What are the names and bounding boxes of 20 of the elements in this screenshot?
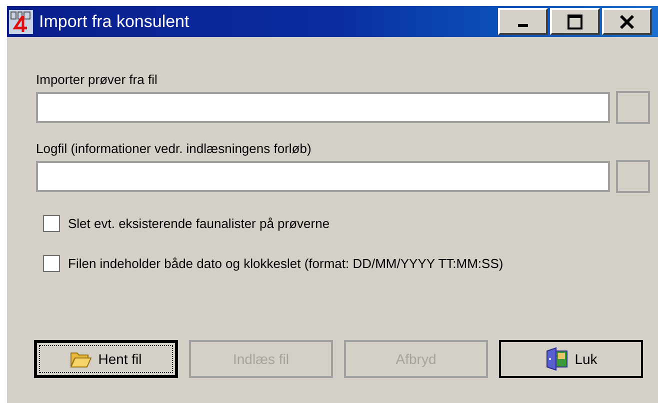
door-icon (544, 347, 569, 371)
app-logo-icon (9, 10, 33, 34)
maximize-icon (567, 14, 583, 30)
maximize-button[interactable] (550, 8, 600, 35)
checkbox[interactable] (43, 254, 60, 272)
field-label: Importer prøver fra fil (36, 71, 158, 89)
minimize-button[interactable] (498, 8, 548, 35)
window-title: Import fra konsulent (39, 10, 190, 33)
field-label: Logfil (informationer vedr. indlæsningens forløb) (36, 140, 312, 158)
checkbox-label: Slet evt. eksisterende faunalister på prøverne (68, 215, 330, 233)
folder-icon (70, 350, 92, 368)
minimize-icon (518, 24, 528, 27)
checkbox-label: Filen indeholder både dato og klokkeslet (format: DD/MM/YYYY TT:MM:SS) (68, 254, 504, 273)
file-path-field[interactable] (36, 161, 610, 192)
checkbox[interactable] (43, 215, 60, 232)
dialog-button[interactable]: Hent fil (34, 340, 178, 378)
close-icon (619, 14, 635, 30)
close-button[interactable] (602, 8, 652, 35)
file-path-field[interactable] (36, 92, 610, 123)
dialog-button[interactable]: Luk (499, 340, 643, 378)
